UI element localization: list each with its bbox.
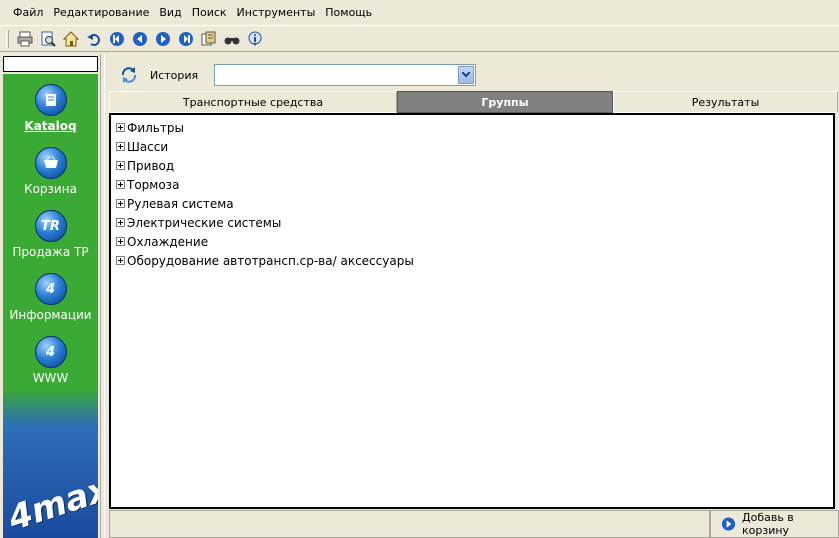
tree-node[interactable]: Рулевая система [111, 194, 833, 213]
tree-node[interactable]: Охлаждение [111, 232, 833, 251]
groups-tree: Фильтры Шасси Привод Тормоза Рулевая сис… [109, 113, 835, 509]
sidebar-item-label: Продажа ТР [12, 245, 89, 259]
arrow-right-icon [721, 517, 736, 531]
4max-www-icon: 4 [34, 336, 67, 368]
tree-node-label[interactable]: Фильтры [127, 121, 184, 135]
expand-icon[interactable] [116, 142, 125, 151]
expand-icon[interactable] [116, 256, 125, 265]
binoculars-icon[interactable] [222, 29, 242, 49]
tree-node-label[interactable]: Охлаждение [127, 235, 208, 249]
sidebar-item-basket[interactable]: Корзина [3, 147, 98, 196]
expand-icon[interactable] [116, 237, 125, 246]
tree-node-label[interactable]: Электрические системы [127, 216, 281, 230]
tr-icon: TR [34, 210, 67, 242]
tree-node[interactable]: Фильтры [111, 118, 833, 137]
expand-icon[interactable] [116, 218, 125, 227]
menu-view[interactable]: Вид [154, 0, 186, 26]
print-icon[interactable] [15, 29, 35, 49]
sidebar-item-label: WWW [32, 371, 69, 385]
menu-bar: Файл Редактирование Вид Поиск Инструмент… [0, 0, 839, 26]
panel-splitter[interactable] [100, 54, 105, 538]
toolbar-grip[interactable] [6, 29, 9, 48]
chevron-down-icon[interactable] [458, 66, 475, 84]
refresh-icon[interactable] [120, 66, 138, 84]
sidebar: 4max Kataloq Корзина TR Продажа ТР 4 Инф… [0, 54, 100, 538]
tree-node-label[interactable]: Тормоза [127, 178, 179, 192]
sidebar-item-www[interactable]: 4 WWW [3, 336, 98, 385]
sidebar-item-label: Kataloq [24, 119, 77, 133]
tree-node[interactable]: Электрические системы [111, 213, 833, 232]
tree-node[interactable]: Шасси [111, 137, 833, 156]
preview-icon[interactable] [38, 29, 58, 49]
4max-info-icon: 4 [34, 273, 67, 305]
info-icon[interactable] [245, 29, 265, 49]
menu-search[interactable]: Поиск [187, 0, 232, 26]
tab-vehicles[interactable]: Транспортные средства [109, 91, 397, 113]
tab-groups[interactable]: Группы [397, 91, 613, 113]
history-bar: История [120, 63, 477, 87]
status-bar: Добавь в корзину [109, 510, 839, 538]
first-icon[interactable] [107, 29, 127, 49]
sidebar-item-label: Информации [9, 308, 92, 322]
history-label: История [150, 68, 199, 82]
menu-tools[interactable]: Инструменты [232, 0, 321, 26]
tab-results[interactable]: Результаты [613, 91, 838, 113]
tree-node-label[interactable]: Оборудование автотрансп.ср-ва/ аксессуар… [127, 254, 414, 268]
tree-node-label[interactable]: Рулевая система [127, 197, 234, 211]
undo-icon[interactable] [84, 29, 104, 49]
add-to-cart-button[interactable]: Добавь в корзину [710, 510, 839, 538]
tree-node-label[interactable]: Шасси [127, 140, 168, 154]
expand-icon[interactable] [116, 180, 125, 189]
expand-icon[interactable] [116, 199, 125, 208]
menu-help[interactable]: Помощь [320, 0, 377, 26]
history-dropdown[interactable] [214, 64, 477, 86]
forward-icon[interactable] [153, 29, 173, 49]
documents-icon[interactable] [199, 29, 219, 49]
4max-logo: 4max [3, 468, 98, 538]
tab-bar: Транспортные средства Группы Результаты [109, 91, 838, 113]
sidebar-item-tr-sales[interactable]: TR Продажа ТР [3, 210, 98, 259]
expand-icon[interactable] [116, 161, 125, 170]
basket-icon [34, 147, 67, 179]
catalog-icon [34, 84, 67, 116]
back-icon[interactable] [130, 29, 150, 49]
tree-node[interactable]: Тормоза [111, 175, 833, 194]
sidebar-logo-area: 4max [3, 388, 98, 538]
menu-edit[interactable]: Редактирование [48, 0, 154, 26]
last-icon[interactable] [176, 29, 196, 49]
tree-node-label[interactable]: Привод [127, 159, 174, 173]
sidebar-item-catalog[interactable]: Kataloq [3, 84, 98, 133]
tree-node[interactable]: Оборудование автотрансп.ср-ва/ аксессуар… [111, 251, 833, 270]
sidebar-header-field [3, 56, 98, 72]
sidebar-item-info[interactable]: 4 Информации [3, 273, 98, 322]
status-text-area [109, 510, 710, 538]
menu-file[interactable]: Файл [8, 0, 48, 26]
home-icon[interactable] [61, 29, 81, 49]
expand-icon[interactable] [116, 123, 125, 132]
tree-node[interactable]: Привод [111, 156, 833, 175]
toolbar [0, 26, 839, 52]
sidebar-nav: 4max Kataloq Корзина TR Продажа ТР 4 Инф… [3, 74, 98, 538]
add-to-cart-label: Добавь в корзину [742, 511, 794, 537]
sidebar-item-label: Корзина [24, 182, 77, 196]
